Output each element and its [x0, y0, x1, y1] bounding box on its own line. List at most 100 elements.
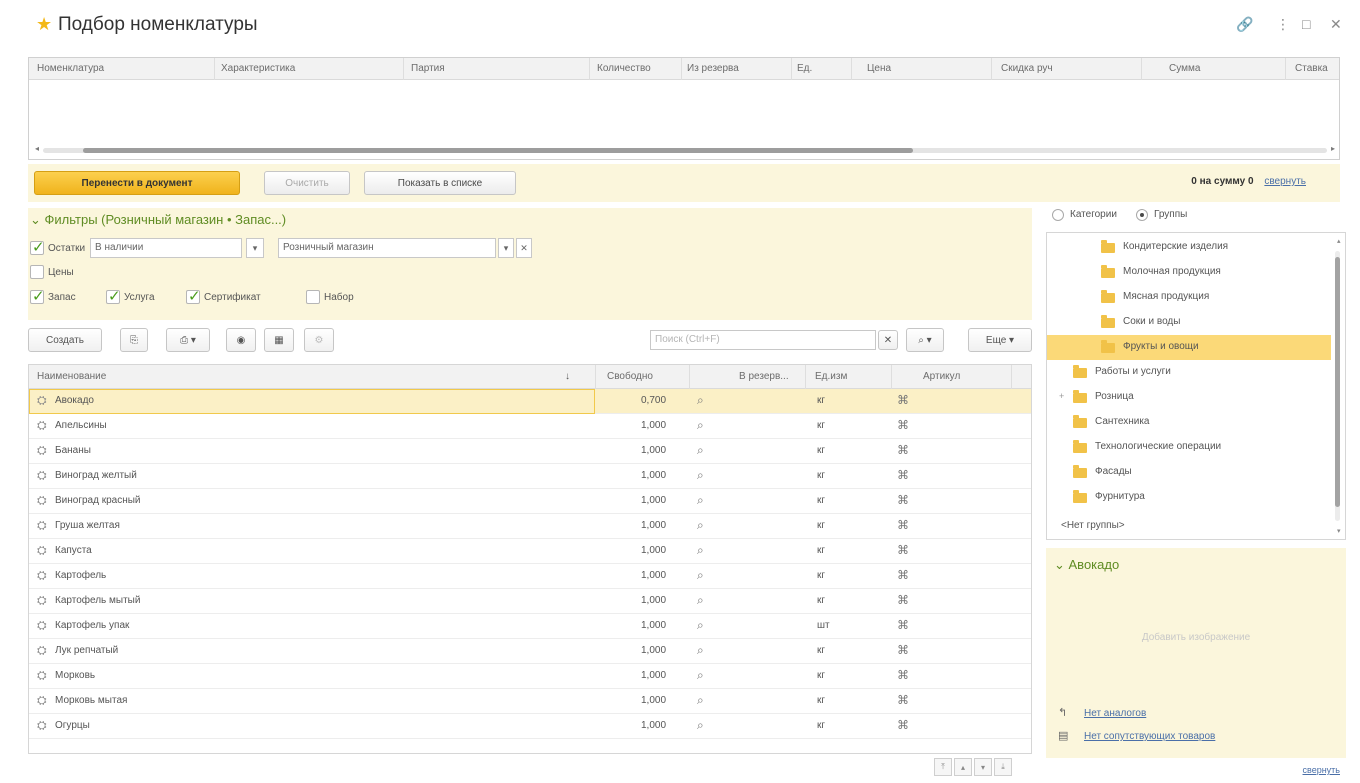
table-row[interactable]: ⛭ Виноград желтый 1,000 ⌕ кг ⌘ [29, 464, 1031, 489]
table-row[interactable]: ⛭ Апельсины 1,000 ⌕ кг ⌘ [29, 414, 1031, 439]
search-icon[interactable]: ⌕ ▾ [906, 328, 944, 352]
col-nomenclature[interactable]: Номенклатура [37, 63, 104, 74]
close-icon[interactable]: ✕ [1330, 16, 1342, 32]
reserve-search-icon[interactable]: ⌕ [697, 444, 704, 456]
col-manual-discount[interactable]: Скидка руч [1001, 63, 1053, 74]
selected-items-table[interactable]: Номенклатура Характеристика Партия Колич… [28, 57, 1340, 160]
barcode-icon[interactable]: ⌘ [897, 519, 909, 531]
tree-item[interactable]: + Розница [1047, 385, 1331, 410]
barcode-icon[interactable]: ⌘ [897, 419, 909, 431]
col-free[interactable]: Свободно [607, 371, 653, 382]
col-quantity[interactable]: Количество [597, 63, 651, 74]
col-unit-measure[interactable]: Ед.изм [815, 371, 847, 382]
no-group-item[interactable]: <Нет группы> [1061, 520, 1125, 531]
table-row[interactable]: ⛭ Капуста 1,000 ⌕ кг ⌘ [29, 539, 1031, 564]
table-row[interactable]: ⛭ Морковь мытая 1,000 ⌕ кг ⌘ [29, 689, 1031, 714]
barcode-icon[interactable]: ⌘ [897, 644, 909, 656]
reserve-search-icon[interactable]: ⌕ [697, 419, 704, 431]
more-button[interactable]: Еще ▾ [968, 328, 1032, 352]
categories-radio[interactable] [1052, 209, 1064, 221]
barcode-icon[interactable]: ⌘ [897, 669, 909, 681]
tree-scroll-up-icon[interactable]: ▴ [1337, 237, 1341, 245]
tree-item[interactable]: Мясная продукция [1047, 285, 1331, 310]
reserve-search-icon[interactable]: ⌕ [697, 394, 704, 406]
barcode-icon[interactable]: ⌘ [897, 544, 909, 556]
tree-scroll-down-icon[interactable]: ▾ [1337, 527, 1341, 535]
warehouse-select[interactable]: Розничный магазин [278, 238, 496, 258]
barcode-icon[interactable]: ⌘ [897, 469, 909, 481]
card-toggle[interactable]: ⌄ Авокадо [1054, 557, 1119, 573]
reserve-search-icon[interactable]: ⌕ [697, 519, 704, 531]
favorite-star-icon[interactable]: ★ [36, 15, 52, 33]
related-goods-link[interactable]: Нет сопутствующих товаров [1084, 731, 1215, 742]
nomenclature-list[interactable]: Наименование ↓ Свободно В резерв... Ед.и… [28, 364, 1032, 754]
stock-mode-dropdown-icon[interactable]: ▾ [246, 238, 264, 258]
analogs-link[interactable]: Нет аналогов [1084, 708, 1146, 719]
table-row[interactable]: ⛭ Морковь 1,000 ⌕ кг ⌘ [29, 664, 1031, 689]
tree-item[interactable]: Фасады [1047, 460, 1331, 485]
reserve-search-icon[interactable]: ⌕ [697, 644, 704, 656]
stock-checkbox[interactable] [30, 238, 45, 256]
maximize-icon[interactable]: □ [1302, 16, 1310, 32]
page-first-icon[interactable]: ⤒ [934, 758, 952, 776]
search-input[interactable]: Поиск (Ctrl+F) [650, 330, 876, 350]
col-reserve[interactable]: В резерв... [739, 371, 789, 382]
col-unit[interactable]: Ед. [797, 63, 812, 74]
scroll-left-icon[interactable]: ◂ [35, 144, 39, 153]
table-row[interactable]: ⛭ Лук репчатый 1,000 ⌕ кг ⌘ [29, 639, 1031, 664]
tree-item[interactable]: Фрукты и овощи [1047, 335, 1331, 360]
table-row[interactable]: ⛭ Бананы 1,000 ⌕ кг ⌘ [29, 439, 1031, 464]
table-row[interactable]: ⛭ Картофель мытый 1,000 ⌕ кг ⌘ [29, 589, 1031, 614]
search-clear-icon[interactable]: ✕ [878, 330, 898, 350]
type-stock-checkbox[interactable] [30, 287, 45, 305]
reserve-search-icon[interactable]: ⌕ [697, 569, 704, 581]
col-sum[interactable]: Сумма [1169, 63, 1200, 74]
tree-scrollbar-thumb[interactable] [1335, 257, 1340, 507]
expand-icon[interactable]: + [1059, 391, 1064, 401]
tree-item[interactable]: Технологические операции [1047, 435, 1331, 460]
transfer-to-document-button[interactable]: Перенести в документ [34, 171, 240, 195]
groups-radio[interactable] [1136, 209, 1148, 221]
prices-checkbox[interactable] [30, 265, 44, 279]
tree-item[interactable]: Сантехника [1047, 410, 1331, 435]
more-menu-icon[interactable]: ⋮ [1276, 16, 1290, 32]
reserve-search-icon[interactable]: ⌕ [697, 494, 704, 506]
page-last-icon[interactable]: ⤓ [994, 758, 1012, 776]
warehouse-clear-icon[interactable]: ✕ [516, 238, 532, 258]
view-icon[interactable]: ◉ [226, 328, 256, 352]
barcode-icon[interactable]: ⌘ [897, 719, 909, 731]
col-article[interactable]: Артикул [923, 371, 960, 382]
settings-icon[interactable]: ⚙ [304, 328, 334, 352]
reserve-search-icon[interactable]: ⌕ [697, 469, 704, 481]
page-up-icon[interactable]: ▴ [954, 758, 972, 776]
tree-item[interactable]: Работы и услуги [1047, 360, 1331, 385]
warehouse-dropdown-icon[interactable]: ▾ [498, 238, 514, 258]
show-in-list-button[interactable]: Показать в списке [364, 171, 516, 195]
type-set-checkbox[interactable] [306, 290, 320, 304]
col-batch[interactable]: Партия [411, 63, 445, 74]
print-icon[interactable]: ⎙ ▾ [166, 328, 210, 352]
barcode-icon[interactable]: ⌘ [897, 619, 909, 631]
reserve-search-icon[interactable]: ⌕ [697, 594, 704, 606]
page-down-icon[interactable]: ▾ [974, 758, 992, 776]
table-row[interactable]: ⛭ Груша желтая 1,000 ⌕ кг ⌘ [29, 514, 1031, 539]
reserve-search-icon[interactable]: ⌕ [697, 619, 704, 631]
type-certificate-checkbox[interactable] [186, 287, 201, 305]
tree-item[interactable]: Кондитерские изделия [1047, 235, 1331, 260]
tree-item[interactable]: Соки и воды [1047, 310, 1331, 335]
collapse-link[interactable]: свернуть [1264, 176, 1306, 187]
col-from-reserve[interactable]: Из резерва [687, 63, 739, 74]
barcode-icon[interactable]: ⌘ [897, 494, 909, 506]
barcode-icon[interactable]: ⌘ [897, 569, 909, 581]
link-icon[interactable]: 🔗 [1236, 16, 1253, 32]
table-row[interactable]: ⛭ Виноград красный 1,000 ⌕ кг ⌘ [29, 489, 1031, 514]
tree-scrollbar[interactable] [1335, 251, 1340, 521]
col-price[interactable]: Цена [867, 63, 891, 74]
copy-icon[interactable]: ⎘ [120, 328, 148, 352]
reserve-search-icon[interactable]: ⌕ [697, 719, 704, 731]
scrollbar-thumb[interactable] [83, 148, 913, 153]
table-row[interactable]: ⛭ Авокадо 0,700 ⌕ кг ⌘ [29, 389, 1031, 414]
col-characteristic[interactable]: Характеристика [221, 63, 295, 74]
barcode-icon[interactable]: ⌘ [897, 594, 909, 606]
scroll-right-icon[interactable]: ▸ [1331, 144, 1335, 153]
